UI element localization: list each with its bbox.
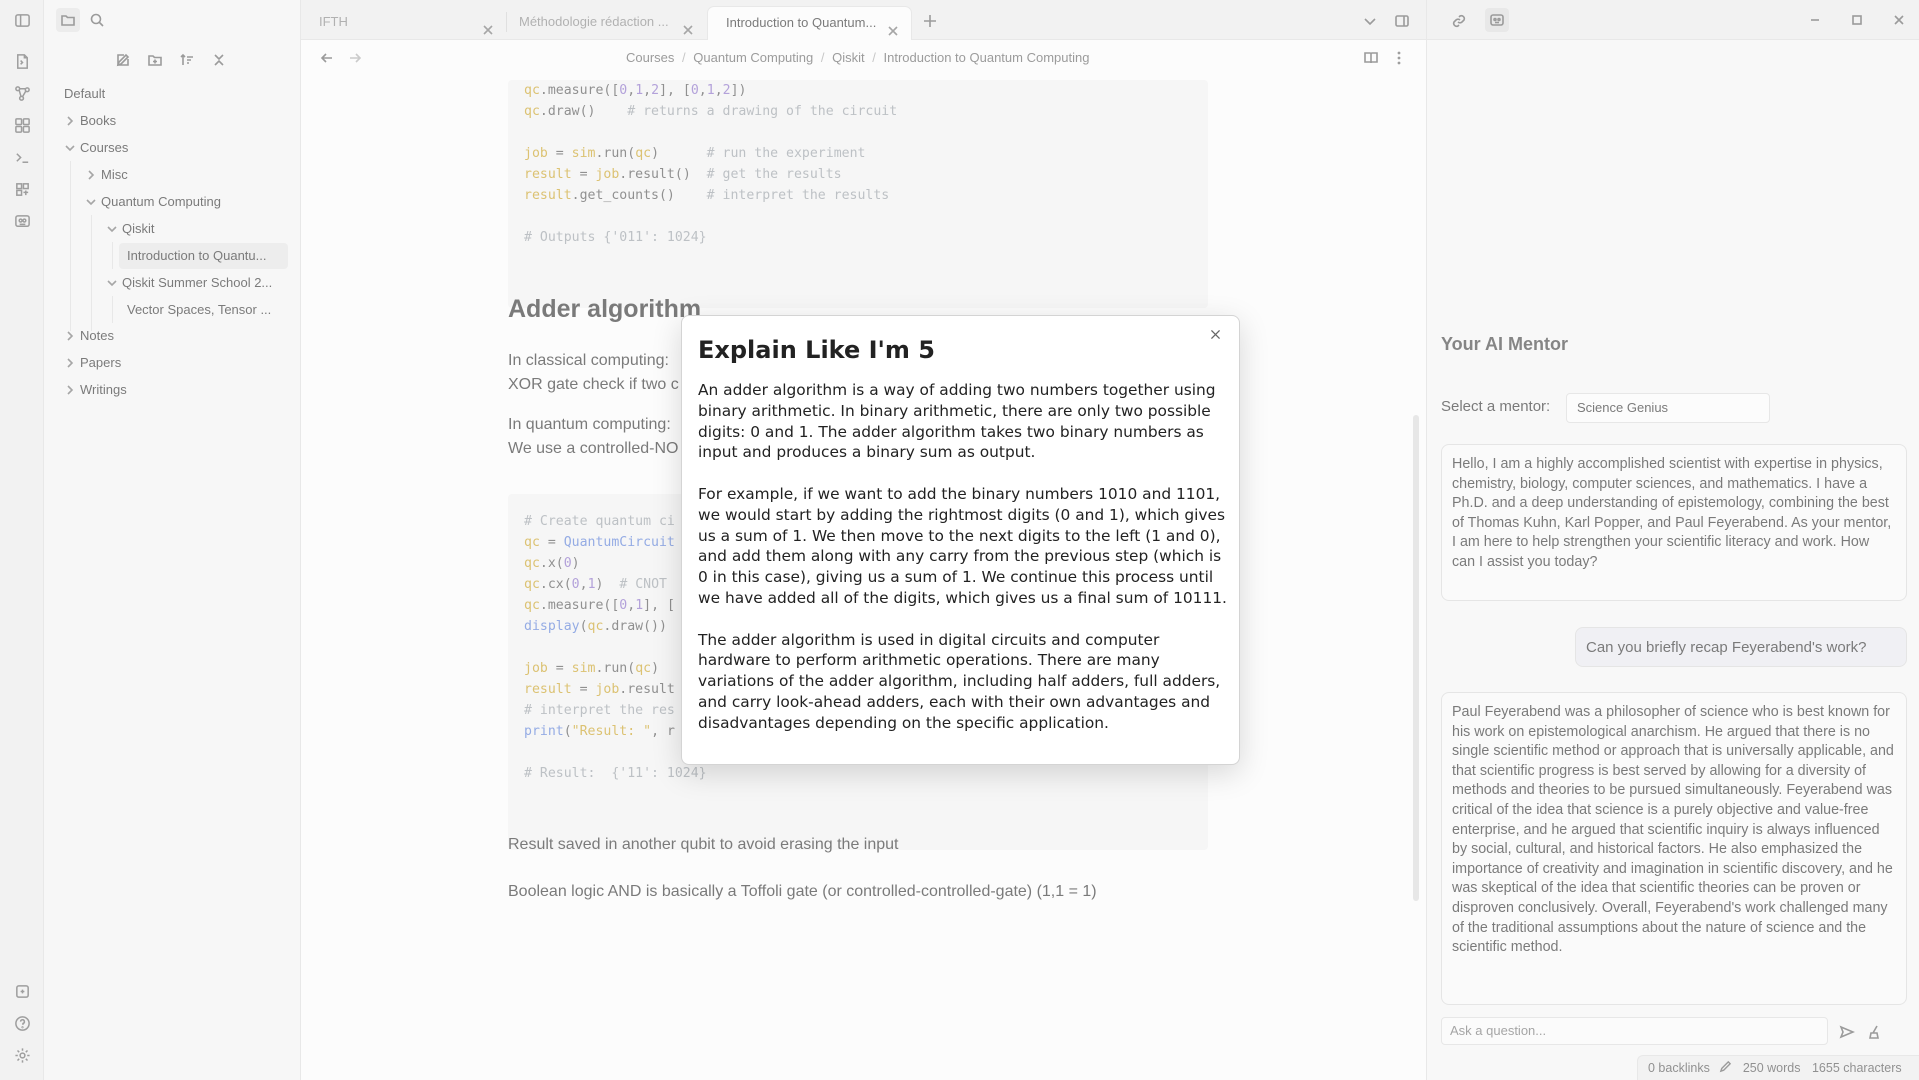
modal-paragraph: For example, if we want to add the binar… [698,484,1227,607]
modal-body: An adder algorithm is a way of adding tw… [698,380,1228,754]
modal-title: Explain Like I'm 5 [698,336,935,364]
explain-like-im-5-modal: Explain Like I'm 5 An adder algorithm is… [681,315,1240,765]
modal-paragraph: An adder algorithm is a way of adding tw… [698,381,1216,462]
close-icon[interactable] [1203,322,1227,346]
modal-paragraph: The adder algorithm is used in digital c… [698,630,1221,732]
